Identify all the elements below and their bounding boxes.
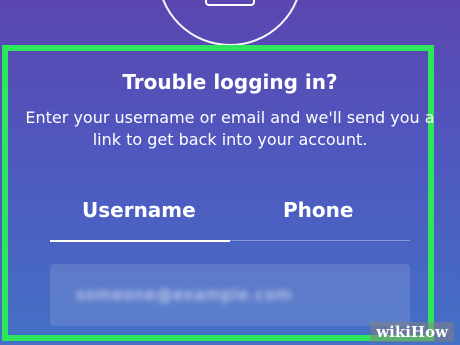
tab-phone-underline xyxy=(230,240,410,241)
tab-username-underline xyxy=(50,240,230,242)
watermark-wiki: wiki xyxy=(376,323,411,341)
tab-phone[interactable]: Phone xyxy=(283,198,353,222)
tab-username[interactable]: Username xyxy=(82,198,196,222)
username-input[interactable]: someone@example.com xyxy=(50,264,410,326)
lock-icon xyxy=(205,0,255,6)
page-title: Trouble logging in? xyxy=(122,70,338,94)
wikihow-watermark: wikiHow xyxy=(370,322,454,342)
instructions-text: Enter your username or email and we'll s… xyxy=(25,108,435,149)
lock-circle-icon xyxy=(157,0,303,46)
username-input-value: someone@example.com xyxy=(76,285,293,304)
watermark-how: How xyxy=(410,323,448,341)
